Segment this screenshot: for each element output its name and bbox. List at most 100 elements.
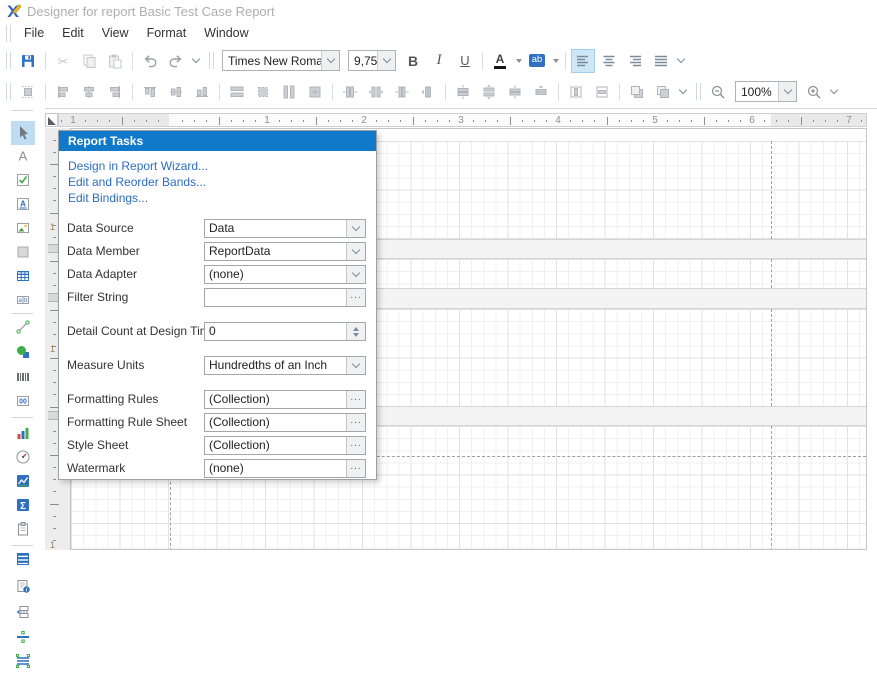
paste-button[interactable] [103,49,127,73]
data-adapter-dropdown-button[interactable] [346,266,365,283]
toolbox-item-sparkline[interactable] [11,469,35,493]
align-tops-button[interactable] [138,80,162,104]
toolbox-item-page-info[interactable]: 00 [11,389,35,413]
style-sheet-ellipsis-button[interactable]: ... [346,437,365,454]
toolbox-item-chart[interactable] [11,421,35,445]
make-same-width-button[interactable] [225,80,249,104]
toolbox-item-barcode[interactable] [11,365,35,389]
smart-tag-corner-button[interactable] [45,113,58,127]
toolbox-item-gauge[interactable] [11,445,35,469]
zoom-in-button[interactable] [802,80,826,104]
h-spacing-decrease-button[interactable] [390,80,414,104]
align-to-grid-button[interactable] [16,80,40,104]
menu-window[interactable]: Window [195,22,257,45]
zoom-dropdown[interactable] [827,80,841,104]
center-horizontally-button[interactable] [564,80,588,104]
h-spacing-increase-button[interactable] [364,80,388,104]
detail-count-at-design-time-editor[interactable]: 0 [204,322,366,341]
align-lefts-button[interactable] [51,80,75,104]
make-same-size-button[interactable] [303,80,327,104]
toolbox-item-panel[interactable] [11,240,35,264]
filter-string-ellipsis-button[interactable]: ... [346,289,365,306]
toolbox-item-picture-box[interactable] [11,216,35,240]
toolbox-item-table-of-contents[interactable] [11,547,35,571]
align-right-button[interactable] [623,49,647,73]
align-bottoms-button[interactable] [190,80,214,104]
watermark-ellipsis-button[interactable]: ... [346,460,365,477]
toolbox-item-character-comb[interactable]: ab [11,288,35,312]
detail-count-at-design-time-spinner[interactable] [346,323,365,340]
align-middles-button[interactable] [164,80,188,104]
justify-button[interactable] [649,49,673,73]
undo-button[interactable] [138,49,162,73]
zoom-out-button[interactable] [706,80,730,104]
zoom-combo[interactable]: 100% [735,81,797,102]
toolbox-item-page-break[interactable] [11,600,35,624]
data-member-editor[interactable]: ReportData [204,242,366,261]
align-center-button[interactable] [597,49,621,73]
zoom-combo-dropdown-button[interactable] [778,82,796,101]
font-name-combo[interactable]: Times New Roman [222,50,340,71]
formatting-rules-ellipsis-button[interactable]: ... [346,391,365,408]
menu-file[interactable]: File [15,22,53,45]
font-size-combo[interactable]: 9,75 [348,50,396,71]
v-spacing-remove-button[interactable] [529,80,553,104]
copy-button[interactable] [77,49,101,73]
data-source-editor[interactable]: Data [204,219,366,238]
v-spacing-increase-button[interactable] [477,80,501,104]
toolbox-item-check-box[interactable] [11,168,35,192]
highlight-dropdown[interactable] [550,49,561,73]
italic-button[interactable]: I [427,49,451,73]
h-spacing-equal-button[interactable] [338,80,362,104]
data-source-dropdown-button[interactable] [346,220,365,237]
toolbox-item-clipboard[interactable] [11,517,35,541]
send-to-back-button[interactable] [651,80,675,104]
save-button[interactable] [16,49,40,73]
center-vertically-button[interactable] [590,80,614,104]
formatting-rules-editor[interactable]: (Collection)... [204,390,366,409]
data-adapter-editor[interactable]: (none) [204,265,366,284]
v-spacing-equal-button[interactable] [451,80,475,104]
report-tasks-link-2[interactable]: Edit and Reorder Bands... [68,175,206,189]
redo-button[interactable] [164,49,188,73]
toolbox-item-subreport[interactable]: i [11,574,35,598]
highlight-button[interactable]: ab [525,49,549,73]
report-tasks-link-1[interactable]: Design in Report Wizard... [68,159,208,173]
menu-view[interactable]: View [93,22,138,45]
toolbox-item-cross-band-box[interactable] [11,649,35,673]
font-color-button[interactable]: A [488,49,512,73]
toolbox-item-shape[interactable] [11,340,35,364]
measure-units-editor[interactable]: Hundredths of an Inch [204,356,366,375]
toolbox-item-pointer[interactable] [11,121,35,145]
menu-format[interactable]: Format [138,22,196,45]
formatting-rule-sheet-editor[interactable]: (Collection)... [204,413,366,432]
alignment-dropdown[interactable] [674,49,688,73]
bold-button[interactable]: B [401,49,425,73]
data-member-dropdown-button[interactable] [346,243,365,260]
font-name-combo-dropdown-button[interactable] [321,51,339,70]
toolbox-item-label[interactable]: A [11,144,35,168]
formatting-rule-sheet-ellipsis-button[interactable]: ... [346,414,365,431]
toolbox-item-line[interactable] [11,315,35,339]
toolbox-item-rich-text[interactable]: A [11,192,35,216]
bring-to-front-button[interactable] [625,80,649,104]
order-dropdown[interactable] [676,80,690,104]
measure-units-dropdown-button[interactable] [346,357,365,374]
align-centers-button[interactable] [77,80,101,104]
h-spacing-remove-button[interactable] [416,80,440,104]
report-tasks-link-3[interactable]: Edit Bindings... [68,191,148,205]
watermark-editor[interactable]: (none)... [204,459,366,478]
toolbox-item-pivot-grid[interactable]: Σ [11,493,35,517]
style-sheet-editor[interactable]: (Collection)... [204,436,366,455]
underline-button[interactable]: U [453,49,477,73]
align-rights-button[interactable] [103,80,127,104]
v-spacing-decrease-button[interactable] [503,80,527,104]
font-size-combo-dropdown-button[interactable] [377,51,395,70]
filter-string-editor[interactable]: ... [204,288,366,307]
font-color-dropdown[interactable] [513,49,524,73]
toolbox-item-table[interactable] [11,264,35,288]
undo-redo-dropdown[interactable] [189,49,203,73]
toolbox-item-cross-band-line[interactable] [11,625,35,649]
menu-edit[interactable]: Edit [53,22,93,45]
size-to-grid-button[interactable] [251,80,275,104]
